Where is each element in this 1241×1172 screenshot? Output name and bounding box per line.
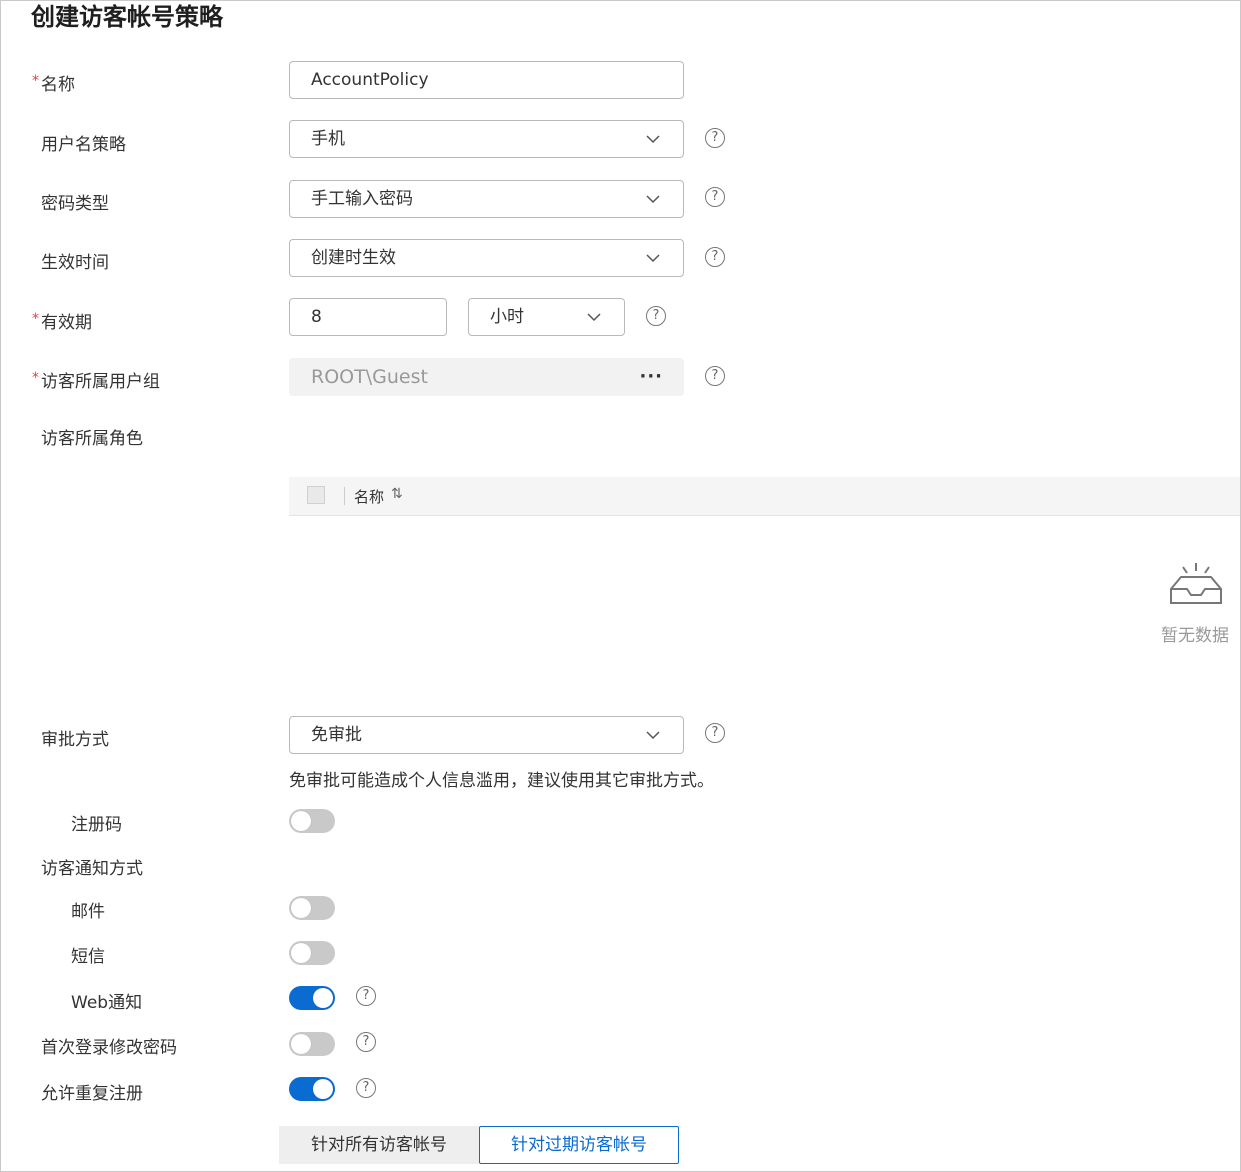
user-group-value: ROOT\Guest bbox=[311, 366, 428, 388]
effective-time-select[interactable]: 创建时生效 bbox=[289, 239, 684, 277]
chevron-down-icon bbox=[587, 313, 601, 322]
user-group-input[interactable]: ROOT\Guest ··· bbox=[289, 358, 684, 396]
email-label: 邮件 bbox=[71, 902, 105, 922]
approval-hint: 免审批可能造成个人信息滥用，建议使用其它审批方式。 bbox=[289, 771, 714, 791]
help-icon[interactable]: ? bbox=[705, 187, 725, 207]
page-title: 创建访客帐号策略 bbox=[31, 3, 223, 31]
empty-inbox-icon bbox=[1170, 563, 1222, 604]
email-toggle[interactable] bbox=[289, 896, 335, 920]
toggle-knob bbox=[291, 943, 311, 963]
web-notify-toggle[interactable] bbox=[289, 986, 335, 1010]
effective-time-value: 创建时生效 bbox=[311, 248, 396, 268]
web-notify-label: Web通知 bbox=[71, 993, 143, 1013]
password-type-select[interactable]: 手工输入密码 bbox=[289, 180, 684, 218]
approval-label: 审批方式 bbox=[41, 730, 109, 750]
more-icon[interactable]: ··· bbox=[639, 359, 663, 395]
select-all-checkbox[interactable] bbox=[307, 486, 325, 504]
role-table-header: 名称 ⇅ bbox=[289, 477, 1240, 516]
help-icon[interactable]: ? bbox=[356, 986, 376, 1006]
toggle-knob bbox=[291, 898, 311, 918]
role-label: 访客所属角色 bbox=[41, 429, 143, 449]
toggle-knob bbox=[313, 988, 333, 1008]
name-input[interactable]: AccountPolicy bbox=[289, 61, 684, 99]
chevron-down-icon bbox=[646, 195, 660, 204]
chevron-down-icon bbox=[646, 731, 660, 740]
help-icon[interactable]: ? bbox=[705, 247, 725, 267]
sort-icon[interactable]: ⇅ bbox=[391, 486, 403, 502]
help-icon[interactable]: ? bbox=[705, 723, 725, 743]
help-icon[interactable]: ? bbox=[705, 366, 725, 386]
validity-unit-select[interactable]: 小时 bbox=[468, 298, 625, 336]
required-mark: * bbox=[32, 311, 39, 327]
approval-select[interactable]: 免审批 bbox=[289, 716, 684, 754]
sms-label: 短信 bbox=[71, 947, 105, 967]
policy-form-panel: 创建访客帐号策略 * 名称 AccountPolicy 用户名策略 手机 ? 密… bbox=[0, 0, 1241, 1172]
toggle-knob bbox=[291, 811, 311, 831]
allow-repeat-toggle[interactable] bbox=[289, 1077, 335, 1101]
first-login-label: 首次登录修改密码 bbox=[41, 1038, 177, 1058]
all-accounts-tab[interactable]: 针对所有访客帐号 bbox=[279, 1126, 479, 1164]
chevron-down-icon bbox=[646, 135, 660, 144]
help-icon[interactable]: ? bbox=[356, 1078, 376, 1098]
validity-unit-value: 小时 bbox=[490, 307, 524, 327]
help-icon[interactable]: ? bbox=[646, 306, 666, 326]
allow-repeat-label: 允许重复注册 bbox=[41, 1084, 143, 1104]
required-mark: * bbox=[32, 370, 39, 386]
required-mark: * bbox=[32, 73, 39, 89]
approval-value: 免审批 bbox=[311, 725, 362, 745]
name-label: 名称 bbox=[41, 75, 75, 95]
toggle-knob bbox=[313, 1079, 333, 1099]
help-icon[interactable]: ? bbox=[705, 128, 725, 148]
password-type-value: 手工输入密码 bbox=[311, 189, 413, 209]
password-type-label: 密码类型 bbox=[41, 194, 109, 214]
effective-time-label: 生效时间 bbox=[41, 253, 109, 273]
notify-label: 访客通知方式 bbox=[41, 859, 143, 879]
username-policy-label: 用户名策略 bbox=[41, 135, 126, 155]
expired-accounts-tab[interactable]: 针对过期访客帐号 bbox=[479, 1126, 679, 1164]
first-login-toggle[interactable] bbox=[289, 1032, 335, 1056]
empty-state-text: 暂无数据 bbox=[1161, 626, 1229, 646]
username-policy-value: 手机 bbox=[311, 129, 345, 149]
validity-label: 有效期 bbox=[41, 313, 92, 333]
username-policy-select[interactable]: 手机 bbox=[289, 120, 684, 158]
column-divider bbox=[344, 487, 345, 505]
chevron-down-icon bbox=[646, 254, 660, 263]
toggle-knob bbox=[291, 1034, 311, 1054]
column-name-header[interactable]: 名称 bbox=[354, 486, 384, 507]
reg-code-toggle[interactable] bbox=[289, 809, 335, 833]
reg-code-label: 注册码 bbox=[71, 815, 122, 835]
sms-toggle[interactable] bbox=[289, 941, 335, 965]
validity-input[interactable]: 8 bbox=[289, 298, 447, 336]
user-group-label: 访客所属用户组 bbox=[41, 372, 160, 392]
help-icon[interactable]: ? bbox=[356, 1032, 376, 1052]
